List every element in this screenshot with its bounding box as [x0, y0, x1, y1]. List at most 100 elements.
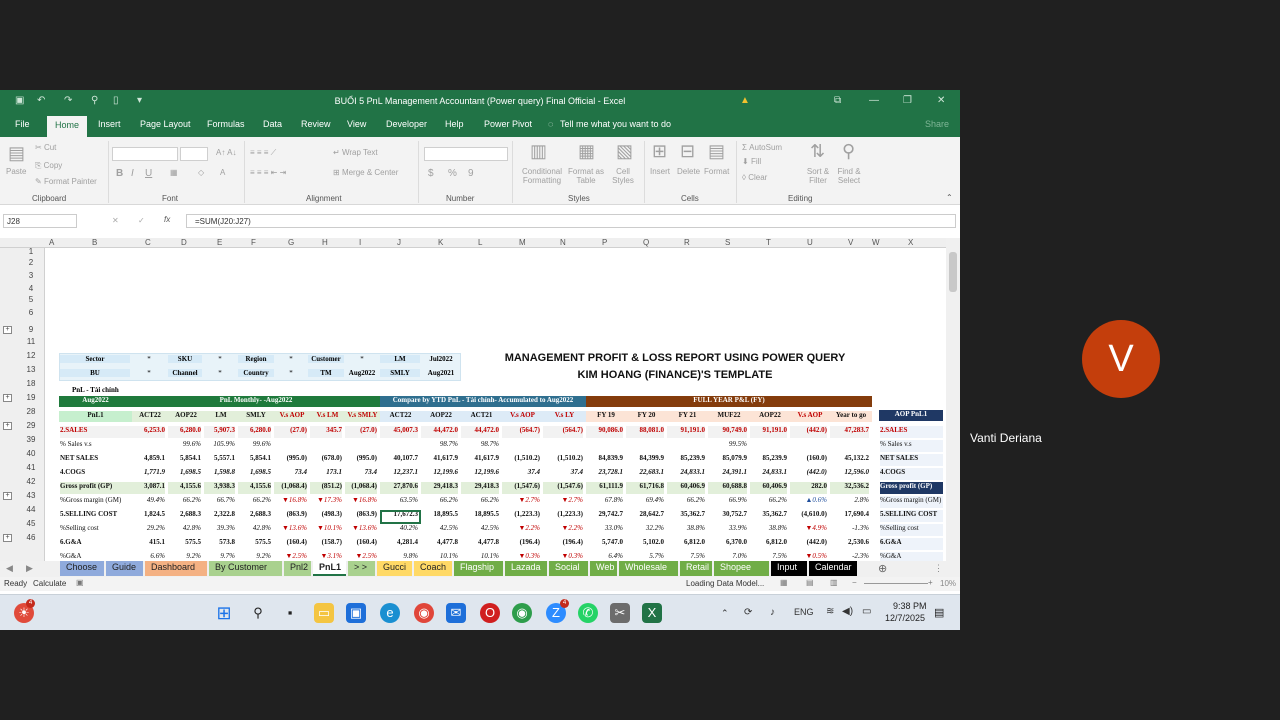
- conditional-formatting-button[interactable]: Conditional Formatting: [516, 167, 568, 185]
- cell-styles-icon[interactable]: ▧: [616, 141, 633, 162]
- table-cell[interactable]: (27.0): [345, 426, 377, 438]
- column-header[interactable]: V: [848, 238, 853, 247]
- table-cell[interactable]: 1,698.5: [238, 468, 271, 480]
- table-cell[interactable]: ▲0.6%: [790, 496, 827, 508]
- column-header[interactable]: C: [145, 238, 151, 247]
- font-size-box[interactable]: [180, 147, 208, 161]
- excel-taskbar-icon[interactable]: X: [642, 603, 662, 623]
- column-header[interactable]: M: [519, 238, 526, 247]
- clock-time[interactable]: 9:38 PM: [893, 601, 927, 611]
- table-cell[interactable]: ▼13.6%: [274, 524, 307, 536]
- comma-button[interactable]: 9: [468, 168, 474, 179]
- autosum-button[interactable]: Σ AutoSum: [742, 143, 782, 152]
- lm-value[interactable]: Jul2022: [421, 355, 461, 363]
- aop-row-label[interactable]: %Selling cost: [880, 524, 943, 536]
- table-cell[interactable]: 4,859.1: [132, 454, 165, 466]
- table-cell[interactable]: 85,239.9: [750, 454, 788, 466]
- table-cell[interactable]: 5,747.0: [586, 538, 623, 550]
- table-cell[interactable]: -1.3%: [830, 524, 869, 536]
- sheet-tab[interactable]: Shopee: [714, 561, 769, 576]
- table-cell[interactable]: 84,399.9: [626, 454, 665, 466]
- column-header[interactable]: J: [397, 238, 401, 247]
- tab-formulas[interactable]: Formulas: [207, 119, 245, 129]
- snipping-tool-icon[interactable]: ✂: [610, 603, 630, 623]
- table-cell[interactable]: 69.4%: [626, 496, 664, 508]
- row-header[interactable]: 42: [18, 477, 44, 486]
- tab-power-pivot[interactable]: Power Pivot: [484, 119, 532, 129]
- table-cell[interactable]: 73.4: [345, 468, 377, 480]
- row-header[interactable]: 13: [18, 365, 44, 374]
- notification-icon[interactable]: ▤: [934, 606, 944, 619]
- zoom-slider[interactable]: [864, 583, 928, 584]
- table-cell[interactable]: ▼2.2%: [543, 524, 583, 536]
- tab-home[interactable]: Home: [47, 116, 88, 137]
- table-cell[interactable]: 66.7%: [204, 496, 235, 508]
- file-explorer-icon[interactable]: ▭: [314, 603, 334, 623]
- table-cell[interactable]: 1,598.8: [204, 468, 235, 480]
- formula-input[interactable]: =SUM(J20:J27): [186, 214, 956, 228]
- column-header[interactable]: E: [217, 238, 222, 247]
- sheet-tab[interactable]: Social: [549, 561, 588, 576]
- name-box[interactable]: J28: [3, 214, 77, 228]
- add-sheet-icon[interactable]: ⊕: [878, 562, 887, 575]
- table-cell[interactable]: ▼4.9%: [790, 524, 827, 536]
- table-cell[interactable]: 4,477.8: [461, 538, 499, 550]
- italic-button[interactable]: I: [131, 168, 134, 179]
- sync-icon[interactable]: ⟳: [744, 607, 752, 618]
- row-label[interactable]: Gross profit (GP): [60, 482, 132, 494]
- volume-icon[interactable]: ◀): [842, 606, 853, 617]
- table-cell[interactable]: 37.4: [502, 468, 540, 480]
- group-expand-icon[interactable]: +: [3, 326, 12, 334]
- table-cell[interactable]: 6,812.0: [667, 538, 705, 550]
- table-cell[interactable]: 45,007.3: [380, 426, 418, 438]
- row-label[interactable]: %Gross margin (GM): [60, 496, 132, 508]
- insert-cells-icon[interactable]: ⊞: [652, 141, 667, 162]
- table-cell[interactable]: 42.5%: [421, 524, 458, 536]
- table-cell[interactable]: 5,854.1: [238, 454, 271, 466]
- row-header[interactable]: 12: [18, 351, 44, 360]
- align-top-icon[interactable]: ≡ ≡ ≡ ⟋: [250, 148, 276, 158]
- bold-button[interactable]: B: [116, 168, 123, 179]
- table-cell[interactable]: 6,253.0: [132, 426, 165, 438]
- merge-center-button[interactable]: ⊞ Merge & Center: [333, 168, 398, 177]
- restore-icon[interactable]: ❐: [903, 95, 912, 106]
- currency-button[interactable]: $: [428, 168, 434, 179]
- group-expand-icon[interactable]: +: [3, 492, 12, 500]
- table-cell[interactable]: 66.2%: [168, 496, 201, 508]
- paste-button[interactable]: Paste: [6, 167, 26, 176]
- table-cell[interactable]: 60,688.8: [708, 482, 747, 494]
- table-cell[interactable]: 32.2%: [626, 524, 664, 536]
- table-cell[interactable]: ▼2.7%: [502, 496, 540, 508]
- tell-me-box[interactable]: Tell me what you want to do: [560, 119, 671, 129]
- column-header[interactable]: Q: [643, 238, 649, 247]
- table-cell[interactable]: ▼16.8%: [345, 496, 377, 508]
- country-value[interactable]: *: [275, 369, 307, 377]
- table-cell[interactable]: 67.8%: [586, 496, 623, 508]
- table-cell[interactable]: (1,547.6): [543, 482, 583, 494]
- table-cell[interactable]: (1,223.3): [543, 510, 583, 522]
- font-color-icon[interactable]: A: [220, 168, 225, 177]
- table-cell[interactable]: 2,688.3: [238, 510, 271, 522]
- table-cell[interactable]: 5,854.1: [168, 454, 201, 466]
- table-cell[interactable]: 6,280.0: [168, 426, 201, 438]
- table-cell[interactable]: (1,223.3): [502, 510, 540, 522]
- table-cell[interactable]: 39.3%: [204, 524, 235, 536]
- table-cell[interactable]: (160.4): [345, 538, 377, 550]
- insert-cells-button[interactable]: Insert: [650, 167, 670, 176]
- table-cell[interactable]: 66.2%: [238, 496, 271, 508]
- enter-icon[interactable]: ✓: [138, 216, 145, 225]
- table-cell[interactable]: [274, 440, 307, 452]
- table-cell[interactable]: (160.0): [790, 454, 827, 466]
- table-cell[interactable]: [310, 440, 342, 452]
- table-cell[interactable]: 91,191.0: [750, 426, 787, 438]
- table-cell[interactable]: [790, 440, 827, 452]
- table-cell[interactable]: 4,477.8: [421, 538, 458, 550]
- table-cell[interactable]: [543, 440, 583, 452]
- sheet-tab[interactable]: Input: [771, 561, 807, 576]
- table-cell[interactable]: 98.7%: [421, 440, 458, 452]
- table-cell[interactable]: 12,596.0: [830, 468, 870, 480]
- table-cell[interactable]: 3,087.1: [132, 482, 165, 494]
- column-header[interactable]: A: [49, 238, 54, 247]
- status-calculate[interactable]: Calculate: [33, 579, 66, 588]
- bu-value[interactable]: *: [131, 369, 167, 377]
